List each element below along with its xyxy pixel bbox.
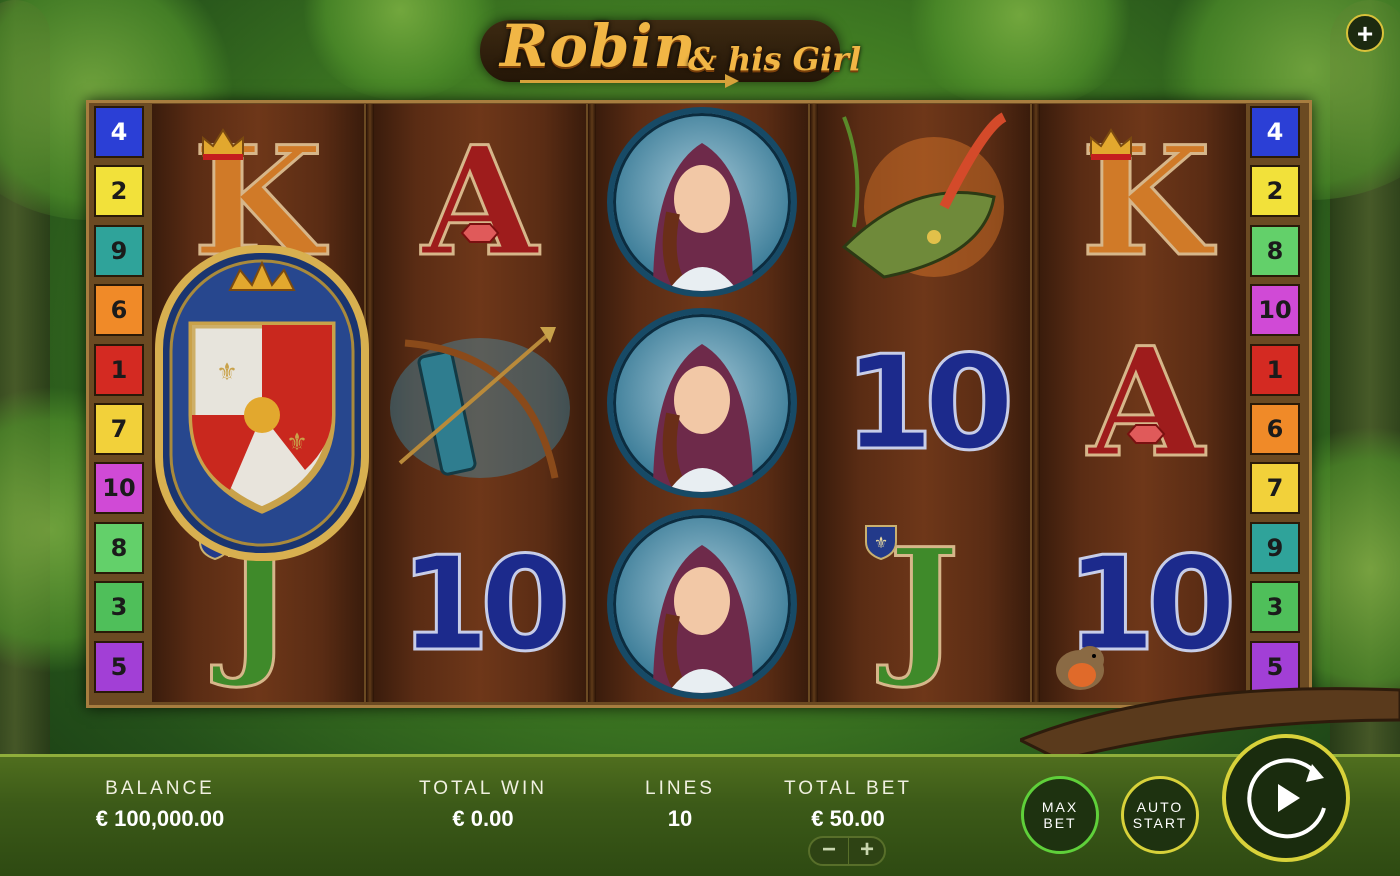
max-bet-button[interactable]: MAX BET	[1021, 776, 1099, 854]
lines-label: LINES	[645, 778, 715, 799]
maid-portrait-icon	[607, 107, 797, 297]
svg-text:⚜: ⚜	[874, 535, 888, 552]
payline-indicator-6: 6	[94, 284, 144, 337]
balance-display: BALANCE € 100,000.00	[60, 778, 260, 832]
reel-5: K A 10	[1040, 104, 1246, 702]
payline-indicator-7: 7	[94, 403, 144, 455]
svg-text:⚜: ⚜	[216, 359, 238, 386]
lines-display: LINES 10	[630, 778, 730, 832]
total-win-label: TOTAL WIN	[419, 778, 547, 799]
symbol-ten: 10	[842, 327, 1016, 479]
symbol-ten: 10	[398, 528, 572, 680]
svg-text:⚜: ⚜	[286, 429, 308, 456]
symbol-girl-scatter	[596, 506, 808, 702]
symbol-jack: ⚜ J	[818, 506, 1030, 702]
lines-value: 10	[667, 806, 693, 831]
logo-arrow-icon	[520, 80, 730, 83]
balance-value: € 100,000.00	[95, 806, 225, 831]
symbol-bow-quiver	[374, 305, 586, 501]
payline-indicator-7: 7	[1250, 462, 1300, 515]
payline-indicator-5: 5	[94, 640, 144, 693]
menu-plus-button[interactable]: +	[1346, 14, 1384, 52]
total-win-value: € 0.00	[452, 806, 514, 831]
payline-indicator-6: 6	[1250, 403, 1300, 455]
payline-indicator-4: 4	[94, 106, 144, 158]
symbol-girl-scatter	[596, 305, 808, 501]
payline-indicator-2: 2	[1250, 165, 1300, 218]
payline-indicator-1: 1	[1250, 343, 1300, 396]
reel-2: A 10	[374, 104, 586, 702]
total-bet-label: TOTAL BET	[783, 778, 912, 799]
gem-icon	[1126, 424, 1166, 444]
gem-icon	[460, 223, 500, 243]
symbol-girl-scatter	[596, 104, 808, 300]
balance-label: BALANCE	[105, 778, 215, 799]
logo-title: Robin	[500, 12, 697, 80]
payline-indicator-8: 8	[1250, 224, 1300, 277]
total-win-display: TOTAL WIN € 0.00	[400, 778, 566, 832]
crown-icon	[202, 128, 244, 160]
reel-4: 10 ⚜ J	[818, 104, 1030, 702]
symbol-ace: A	[1086, 315, 1205, 491]
symbol-ace: A	[420, 114, 539, 290]
payline-indicator-1: 1	[94, 343, 144, 396]
payline-indicator-9: 9	[1250, 521, 1300, 574]
payline-indicator-2: 2	[94, 165, 144, 218]
payline-indicator-10: 10	[94, 462, 144, 515]
auto-start-button[interactable]: AUTO START	[1121, 776, 1199, 854]
maid-portrait-icon	[607, 509, 797, 699]
fleur-de-lis-icon: ⚜	[865, 525, 897, 560]
logo-subtitle: & his Girl	[688, 40, 862, 78]
payline-indicator-10: 10	[1250, 284, 1300, 337]
game-logo: Robin & his Girl	[450, 2, 870, 94]
feathered-hat-icon	[841, 112, 1007, 279]
payline-indicator-8: 8	[94, 521, 144, 574]
maid-portrait-icon	[607, 308, 797, 498]
total-bet-value: € 50.00	[811, 806, 885, 831]
spin-button[interactable]	[1222, 734, 1350, 862]
bet-stepper: − +	[808, 836, 886, 866]
shield-wild-icon: ⚜ ⚜	[155, 245, 369, 561]
reel-3	[596, 104, 808, 702]
payline-indicator-4: 4	[1250, 106, 1300, 158]
payline-indicator-3: 3	[94, 581, 144, 634]
symbol-hat	[818, 104, 1030, 300]
crown-icon	[1090, 128, 1132, 160]
bet-increase-button[interactable]: +	[848, 838, 886, 864]
bow-quiver-icon	[390, 327, 570, 479]
symbol-king: K	[1079, 114, 1212, 290]
total-bet-display: TOTAL BET € 50.00	[770, 778, 926, 832]
bet-decrease-button[interactable]: −	[810, 838, 849, 864]
spin-play-icon	[1247, 758, 1326, 839]
payline-indicator-9: 9	[94, 224, 144, 277]
